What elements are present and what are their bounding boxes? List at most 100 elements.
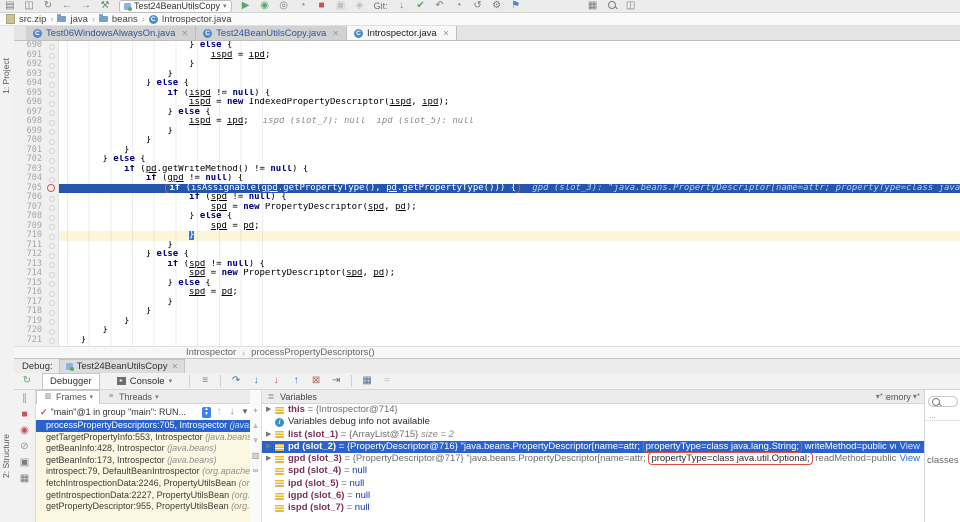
code-line[interactable]: 708 } else { <box>14 212 960 222</box>
gutter[interactable] <box>46 240 59 251</box>
gutter[interactable] <box>46 136 59 146</box>
code-line[interactable]: 705 if (isAssignable(gpd.getPropertyType… <box>14 183 960 194</box>
variable-row[interactable]: igpd (slot_6) = null <box>262 490 924 502</box>
code-line[interactable]: 713 if (spd != null) { <box>14 259 960 270</box>
run-config-select[interactable]: Test24BeanUtilsCopy ▾ <box>119 0 232 13</box>
close-icon[interactable]: ✕ <box>171 362 178 371</box>
debug-tab-console[interactable]: ▸ Console ▾ <box>110 374 179 389</box>
gutter[interactable] <box>46 212 59 222</box>
gutter[interactable] <box>46 126 59 137</box>
gutter[interactable] <box>46 41 59 51</box>
code-line[interactable]: 709 spd = pd; <box>14 221 960 232</box>
code-line[interactable]: 697 } else { <box>14 107 960 118</box>
gutter[interactable] <box>46 88 59 99</box>
stop-icon[interactable]: ■ <box>317 1 327 11</box>
variable-row[interactable]: ipd (slot_5) = null <box>262 478 924 490</box>
open-icon[interactable]: ▤ <box>5 1 15 11</box>
forward-icon[interactable]: → <box>81 1 91 11</box>
gutter[interactable] <box>46 174 59 184</box>
variable-row[interactable]: ▶ this = {Introspector@714} <box>262 404 924 416</box>
sync-icon[interactable]: ↻ <box>43 1 53 11</box>
gutter[interactable] <box>46 269 59 279</box>
gutter[interactable] <box>46 278 59 289</box>
gutter[interactable] <box>46 259 59 270</box>
vcs-commit-icon[interactable]: ✔ <box>416 1 426 11</box>
previous-frame-icon[interactable]: ↑ <box>214 407 224 417</box>
code-line[interactable]: 700 } <box>14 136 960 146</box>
gutter[interactable] <box>46 145 59 156</box>
variable-row[interactable]: ▶ pd (slot_2) = {PropertyDescriptor@716} … <box>262 440 924 454</box>
gutter[interactable] <box>46 250 59 260</box>
view-breakpoints-icon[interactable]: ◉ <box>20 426 30 436</box>
gutter[interactable] <box>46 297 59 308</box>
gutter[interactable] <box>46 155 59 165</box>
close-icon[interactable]: ✕ <box>443 29 450 38</box>
settings-icon[interactable]: ⚙ <box>492 1 502 11</box>
move-down-icon[interactable]: ▼ <box>252 436 260 446</box>
window-icon[interactable]: ▣ <box>336 1 346 11</box>
breadcrumb-class[interactable]: Introspector <box>186 347 236 358</box>
editor-tab[interactable]: C Introspector.java ✕ <box>346 26 458 40</box>
code-line[interactable]: 711 } <box>14 240 960 251</box>
variable-row[interactable]: ▶ list (slot_1) = {ArrayList@715} size = … <box>262 429 924 441</box>
vcs-history-icon[interactable]: ◔ <box>454 1 464 11</box>
breadcrumb-item[interactable]: Introspector.java <box>162 14 232 25</box>
tool-window-button-structure[interactable]: 2: Structure <box>1 434 11 478</box>
code-line[interactable]: 691 ispd = ipd; <box>14 50 960 61</box>
code-line[interactable]: 718 } <box>14 307 960 317</box>
stack-frame[interactable]: fetchIntrospectionData:2246, PropertyUti… <box>36 478 250 490</box>
layout-icon[interactable]: ▦ <box>20 474 30 484</box>
step-over-icon[interactable]: ↷ <box>231 376 241 386</box>
code-line[interactable]: 692 } <box>14 59 960 70</box>
expand-arrow-icon[interactable]: ▶ <box>266 404 275 416</box>
breadcrumb-item[interactable]: src.zip <box>19 14 46 25</box>
thread-selector[interactable]: ✓ "main"@1 in group "main": RUN... ▲ ▼ ↑ … <box>36 404 250 420</box>
code-line[interactable]: 715 } else { <box>14 278 960 289</box>
code-line[interactable]: 720 } <box>14 326 960 336</box>
expand-arrow-icon[interactable]: ▶ <box>266 429 275 441</box>
step-into-icon[interactable]: ↓ <box>251 376 261 386</box>
stop-icon[interactable]: ■ <box>20 410 30 420</box>
editor-tab[interactable]: C Test24BeanUtilsCopy.java ✕ <box>196 26 347 40</box>
tool-window-button-project[interactable]: 1: Project <box>1 58 11 94</box>
memory-tab[interactable]: ▾* Memory ▾* <box>876 392 924 402</box>
debug-tab-debugger[interactable]: Debugger <box>42 372 100 390</box>
vcs-rollback-icon[interactable]: ↶ <box>435 1 445 11</box>
gutter[interactable] <box>46 307 59 317</box>
mute-breakpoints-icon[interactable]: ⊘ <box>20 442 30 452</box>
code-line[interactable]: 704 if (gpd != null) { <box>14 174 960 184</box>
code-line[interactable]: 719 } <box>14 316 960 327</box>
profiler-icon[interactable]: ◔ <box>298 1 308 11</box>
code-line[interactable]: 710 } <box>14 231 960 241</box>
close-icon[interactable]: ✕ <box>332 29 339 38</box>
gutter[interactable] <box>46 193 59 203</box>
gutter[interactable] <box>46 107 59 118</box>
stack-frame[interactable]: getPropertyDescriptor:955, PropertyUtils… <box>36 501 250 513</box>
breadcrumb-method[interactable]: processPropertyDescriptors() <box>251 347 375 358</box>
coverage-icon[interactable]: ◎ <box>279 1 289 11</box>
view-link[interactable]: View <box>900 441 920 453</box>
breadcrumb-item[interactable]: beans <box>112 14 138 25</box>
gutter[interactable] <box>46 288 59 298</box>
copy-stack-icon[interactable]: ▥ <box>252 451 260 461</box>
code-line[interactable]: 695 if (ispd != null) { <box>14 88 960 99</box>
gutter[interactable] <box>46 316 59 327</box>
debug-session-tab[interactable]: Test24BeanUtilsCopy ✕ <box>58 359 186 373</box>
filter-funnel-icon[interactable]: ▼ <box>240 407 250 417</box>
debug-icon[interactable]: ◉ <box>260 1 270 11</box>
code-line[interactable]: 721 } <box>14 335 960 346</box>
gutter[interactable] <box>46 69 59 80</box>
stack-frame[interactable]: processPropertyDescriptors:705, Introspe… <box>36 420 250 432</box>
gutter[interactable] <box>46 79 59 89</box>
build-icon[interactable]: ⚒ <box>100 1 110 11</box>
variable-row[interactable]: i Variables debug info not available <box>262 416 924 428</box>
code-editor[interactable]: 690 } else {691 ispd = ipd; 692 } 693 } 694… <box>14 41 960 346</box>
rerun-icon[interactable]: ↻ <box>22 376 32 386</box>
code-line[interactable]: 714 spd = new PropertyDescriptor(spd, pd… <box>14 269 960 279</box>
thread-stepper[interactable]: ▲ ▼ <box>202 406 211 418</box>
code-line[interactable]: 703 if (pd.getWriteMethod() != null) { <box>14 164 960 175</box>
evaluate-expression-icon[interactable]: ▦ <box>362 376 372 386</box>
memory-toolbar[interactable]: ... <box>925 407 960 421</box>
move-up-icon[interactable]: ▲ <box>252 421 260 431</box>
trace-icon[interactable]: ≈ <box>382 376 392 386</box>
